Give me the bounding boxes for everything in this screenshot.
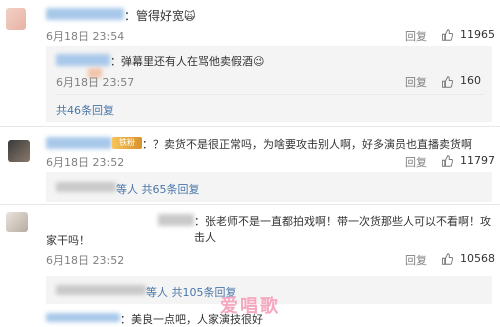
sub-usernames [56,285,146,295]
avatar[interactable] [8,140,30,162]
divider [0,126,500,127]
username[interactable] [158,214,194,226]
like-count: 10568 [460,252,495,265]
username[interactable] [46,137,112,149]
watermark: 爱唱歌 [220,296,280,317]
reply-button[interactable]: 回复 [405,28,427,44]
fan-badge: 铁粉 [112,137,142,149]
comment-text: ：？卖货不是很正常吗，为啥要攻击别人啊，好多演员也直播卖货啊 [142,138,472,151]
divider [0,204,500,205]
sub-comment-time: 6月18日 23:57 [56,76,135,89]
sub-reply-button[interactable]: 回复 [405,74,427,90]
like-count: 11965 [460,28,495,41]
avatar[interactable] [6,8,26,30]
sub-like-count: 160 [460,74,481,87]
reply-button[interactable]: 回复 [405,154,427,170]
username[interactable] [46,313,120,322]
reply-button[interactable]: 回复 [405,252,427,268]
sub-comment-text: ：弹幕里还有人在骂他卖假酒😉 [110,55,265,68]
username[interactable] [46,8,124,20]
thumbs-up-icon [442,155,453,167]
like-button[interactable] [441,26,453,45]
thumbs-up-icon [442,253,453,265]
comment-text-line2: 家干吗！ [46,234,90,247]
comment-time: 6月18日 23:54 [46,30,125,43]
sub-username[interactable] [56,54,110,66]
avatar[interactable] [6,212,28,232]
view-replies-link[interactable]: 等人 共65条回复 [116,181,200,197]
emoji-icon: 🙀 [184,10,196,23]
comment-time: 6月18日 23:52 [46,156,125,169]
thumbs-up-icon [442,29,453,41]
view-replies-link[interactable]: 共46条回复 [56,102,114,118]
thumbs-up-icon [442,76,453,88]
comment-time: 6月18日 23:52 [46,254,125,267]
sub-usernames [56,182,116,192]
like-button[interactable] [441,250,453,269]
like-button[interactable] [441,152,453,171]
comment-text-line1: ：张老师不是一直都拍戏啊！带一次货那些人可以不看啊！攻击人 [194,215,491,244]
divider [56,94,484,95]
wink-emoji-icon: 😉 [253,55,265,68]
comment-text: ：管得好宽🙀 [124,9,196,23]
like-count: 11797 [460,154,495,167]
sub-like-button[interactable] [441,73,453,92]
